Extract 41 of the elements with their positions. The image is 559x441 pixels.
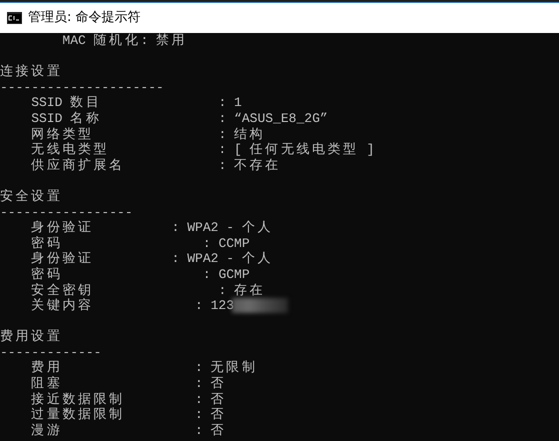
setting-value: : 否 <box>195 407 226 422</box>
setting-value: : 否 <box>195 392 226 407</box>
setting-value: : 123 <box>195 298 234 314</box>
setting-value: : 1 <box>218 95 242 110</box>
setting-label: 密码 <box>31 236 62 251</box>
dashed-rule: ------------- <box>0 344 102 360</box>
setting-value: : [ 任何无线电类型 ] <box>218 142 374 158</box>
setting-value: : GCMP <box>202 266 250 282</box>
setting-value: : WPA2 - 个人 <box>172 251 274 266</box>
setting-label: SSID 名称 <box>31 110 102 126</box>
setting-label: SSID 数目 <box>31 95 102 110</box>
setting-label: 漫游 <box>31 422 62 438</box>
setting-value: : 结构 <box>218 126 266 142</box>
setting-value: : 否 <box>195 422 226 438</box>
section-heading: 连接设置 <box>0 64 62 80</box>
setting-label: 费用 <box>31 360 62 376</box>
dashed-rule: --------------------- <box>0 80 164 95</box>
setting-label: 接近数据限制 <box>31 392 125 407</box>
setting-value: : 否 <box>195 376 226 392</box>
setting-value: : CCMP <box>202 236 250 251</box>
setting-label: 密码 <box>31 266 62 282</box>
setting-label: 身份验证 <box>31 220 94 236</box>
setting-label: 安全密钥 <box>31 282 94 298</box>
setting-value: : “ASUS_E8_2G” <box>218 110 328 126</box>
setting-label: 关键内容 <box>31 298 94 314</box>
setting-label: 过量数据限制 <box>31 407 125 422</box>
setting-label: 供应商扩展名 <box>31 158 125 173</box>
setting-label: 身份验证 <box>31 251 94 266</box>
command-prompt-icon <box>7 12 22 24</box>
setting-label: 无线电类型 <box>31 142 110 158</box>
section-heading: 费用设置 <box>0 329 62 344</box>
setting-value: : 无限制 <box>195 360 258 376</box>
setting-label: 网络类型 <box>31 126 94 142</box>
setting-value: : WPA2 - 个人 <box>172 220 274 236</box>
setting-label: 阻塞 <box>31 376 62 392</box>
console-line: MAC 随机化: 禁用 <box>62 33 188 48</box>
setting-value: : 存在 <box>218 282 266 298</box>
dashed-rule: ----------------- <box>0 204 133 220</box>
setting-value: : 不存在 <box>218 158 281 173</box>
section-heading: 安全设置 <box>0 188 62 204</box>
window-title: 管理员: 命令提示符 <box>28 9 141 28</box>
